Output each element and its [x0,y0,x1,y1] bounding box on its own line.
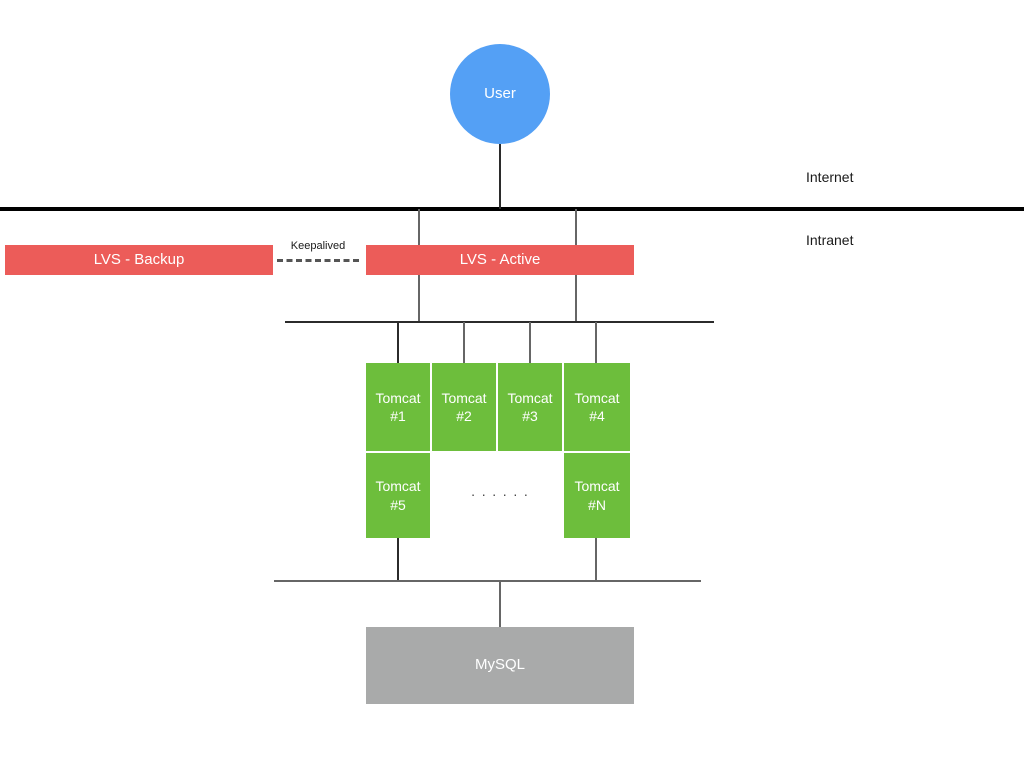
node-tomcat-n[interactable]: Tomcat #N [564,453,630,538]
node-mysql[interactable]: MySQL [366,627,634,704]
node-user[interactable]: User [450,44,550,144]
connector-bus-to-tomcat-3 [529,322,531,363]
node-lvs-backup[interactable]: LVS - Backup [5,245,273,275]
node-lvs-active[interactable]: LVS - Active [366,245,634,275]
connector-tomcat-5-to-bus [397,538,399,582]
keepalived-dashed-link [277,259,359,262]
connector-divider-to-lvs-active-right [575,209,577,247]
tomcat-ellipsis: · · · · · · [470,486,530,502]
node-tomcat-4[interactable]: Tomcat #4 [564,363,630,451]
node-tomcat-3[interactable]: Tomcat #3 [498,363,562,451]
zone-label-intranet: Intranet [806,232,854,248]
node-tomcat-1[interactable]: Tomcat #1 [366,363,430,451]
internet-intranet-divider [0,207,1024,211]
keepalived-label: Keepalived [290,240,346,252]
connector-lvs-active-to-bus-right [575,274,577,323]
node-tomcat-5[interactable]: Tomcat #5 [366,453,430,538]
connector-bus-to-tomcat-4 [595,322,597,363]
bus-lvs-to-tomcat [285,321,714,323]
connector-bus-to-tomcat-1 [397,322,399,363]
connector-bus-to-mysql [499,581,501,628]
diagram-canvas: Internet Intranet User LVS - Backup LVS … [0,0,1024,768]
node-tomcat-2[interactable]: Tomcat #2 [432,363,496,451]
connector-bus-to-tomcat-2 [463,322,465,363]
zone-label-internet: Internet [806,169,854,185]
connector-divider-to-lvs-active-left [418,209,420,247]
connector-tomcat-n-to-bus [595,538,597,582]
bus-tomcat-to-mysql [274,580,701,582]
connector-lvs-active-to-bus-left [418,274,420,323]
connector-user-to-divider [499,144,501,209]
